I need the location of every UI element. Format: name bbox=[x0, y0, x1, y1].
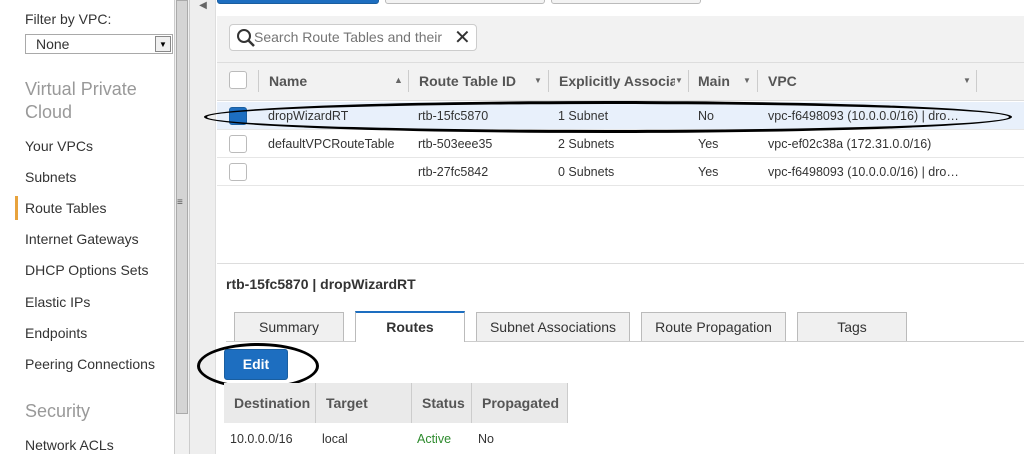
routes-column-propagated: Propagated bbox=[472, 383, 568, 423]
vpc-filter-select[interactable]: None ▼ bbox=[25, 34, 173, 54]
tab-tags[interactable]: Tags bbox=[797, 312, 907, 341]
set-main-table-button[interactable] bbox=[551, 0, 701, 4]
tab-baseline bbox=[226, 341, 1024, 342]
tab-routes[interactable]: Routes bbox=[355, 311, 465, 342]
delete-route-table-button[interactable] bbox=[385, 0, 545, 4]
search-icon bbox=[237, 29, 255, 47]
sidebar-item-subnets[interactable]: Subnets bbox=[25, 169, 76, 185]
chevron-down-icon[interactable]: ▼ bbox=[675, 76, 683, 85]
sort-ascending-icon[interactable]: ▲ bbox=[394, 75, 403, 85]
column-separator bbox=[976, 70, 977, 92]
column-separator bbox=[757, 70, 758, 92]
tab-route-propagation[interactable]: Route Propagation bbox=[641, 312, 786, 341]
cell-vpc: vpc-f6498093 (10.0.0.0/16) | dropWizardV… bbox=[768, 165, 964, 179]
routes-column-status: Status bbox=[412, 383, 472, 423]
pane-divider[interactable] bbox=[217, 263, 1024, 264]
cell-main: Yes bbox=[698, 165, 719, 179]
sidebar-item-internet-gateways[interactable]: Internet Gateways bbox=[25, 231, 139, 247]
cell-associations: 2 Subnets bbox=[558, 137, 615, 151]
column-header-name[interactable]: Name bbox=[269, 73, 307, 89]
sidebar-item-your-vpcs[interactable]: Your VPCs bbox=[25, 138, 93, 154]
search-input[interactable] bbox=[254, 28, 452, 46]
chevron-down-icon[interactable]: ▼ bbox=[534, 76, 542, 85]
column-separator bbox=[258, 70, 259, 92]
select-all-checkbox[interactable] bbox=[229, 71, 247, 89]
collapse-strip bbox=[190, 0, 216, 454]
resize-grip-icon[interactable]: ≡ bbox=[177, 197, 183, 208]
sidebar-item-elastic-ips[interactable]: Elastic IPs bbox=[25, 294, 90, 310]
sidebar-item-route-tables[interactable]: Route Tables bbox=[25, 200, 106, 216]
cell-associations: 0 Subnets bbox=[558, 165, 615, 179]
cell-route-table-id: rtb-27fc5842 bbox=[418, 165, 489, 179]
column-header-vpc[interactable]: VPC bbox=[768, 73, 797, 89]
section-title-security: Security bbox=[25, 401, 91, 421]
sidebar-item-network-acls[interactable]: Network ACLs bbox=[25, 437, 114, 453]
cell-name: defaultVPCRouteTable bbox=[268, 137, 395, 151]
highlight-oval-annotation bbox=[204, 101, 1012, 133]
column-header-explicitly-associated[interactable]: Explicitly Associat bbox=[559, 73, 675, 89]
sidebar-item-dhcp-options-sets[interactable]: DHCP Options Sets bbox=[25, 262, 148, 278]
route-destination: 10.0.0.0/16 bbox=[230, 432, 293, 446]
create-route-table-button[interactable] bbox=[217, 0, 379, 4]
chevron-down-icon[interactable]: ▼ bbox=[743, 76, 751, 85]
sidebar-item-endpoints[interactable]: Endpoints bbox=[25, 325, 87, 341]
cell-main: Yes bbox=[698, 137, 719, 151]
column-separator bbox=[408, 70, 409, 92]
filter-label: Filter by VPC: bbox=[25, 11, 112, 27]
cell-vpc: vpc-ef02c38a (172.31.0.0/16) bbox=[768, 137, 932, 151]
detail-title: rtb-15fc5870 | dropWizardRT bbox=[226, 276, 416, 292]
routes-column-target: Target bbox=[316, 383, 412, 423]
chevron-down-icon[interactable]: ▼ bbox=[963, 76, 971, 85]
tab-subnet-associations[interactable]: Subnet Associations bbox=[476, 312, 630, 341]
column-separator bbox=[548, 70, 549, 92]
section-title-vpc: Virtual Private Cloud bbox=[25, 79, 137, 122]
route-status: Active bbox=[417, 432, 452, 446]
sidebar: Filter by VPC: None ▼ Virtual Private Cl… bbox=[0, 0, 190, 454]
vpc-filter-value: None bbox=[36, 36, 70, 52]
route-propagated: No bbox=[478, 432, 494, 446]
column-header-main[interactable]: Main bbox=[698, 73, 730, 89]
active-nav-indicator bbox=[15, 196, 18, 220]
route-target: local bbox=[322, 432, 348, 446]
row-checkbox[interactable] bbox=[229, 135, 247, 153]
close-icon[interactable]: ✕ bbox=[454, 25, 471, 50]
tab-summary[interactable]: Summary bbox=[234, 312, 344, 341]
cell-route-table-id: rtb-503eee35 bbox=[418, 137, 493, 151]
column-separator bbox=[688, 70, 689, 92]
routes-column-destination: Destination bbox=[224, 383, 316, 423]
row-checkbox[interactable] bbox=[229, 163, 247, 181]
chevron-down-icon[interactable]: ▼ bbox=[155, 36, 171, 52]
collapse-left-icon[interactable]: ◀ bbox=[194, 0, 212, 16]
sidebar-item-peering-connections[interactable]: Peering Connections bbox=[25, 356, 155, 372]
column-header-route-table-id[interactable]: Route Table ID bbox=[419, 73, 516, 89]
sidebar-scrollbar[interactable] bbox=[174, 0, 190, 454]
